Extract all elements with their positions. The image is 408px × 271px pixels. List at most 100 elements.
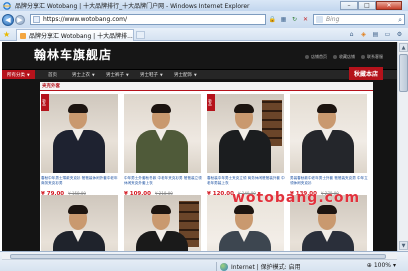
maximize-icon: □ <box>364 1 370 9</box>
product-card[interactable] <box>124 195 203 251</box>
chevron-down-icon: ▼ <box>92 72 95 77</box>
feeds-icon[interactable]: ◈ <box>359 30 368 39</box>
product-card[interactable]: 男装春秋款中老年男士外套 爸爸装夹克男 中年立领休闲夹克衫 ¥ 139.00 ¥… <box>290 94 369 197</box>
status-divider <box>216 262 217 271</box>
category-header: 夹克外套 <box>40 82 373 91</box>
tab-label: 品牌分享汇 Wotobang | 十大品牌排... <box>29 33 133 40</box>
product-card[interactable] <box>41 195 120 251</box>
nav-item-pants[interactable]: 男士裤子 ▼ <box>106 70 129 79</box>
globe-icon <box>220 262 228 271</box>
search-icon[interactable]: ⌕ <box>398 16 402 25</box>
maximize-button[interactable]: □ <box>358 1 376 10</box>
nav-item-label: 男士上衣 <box>72 72 90 78</box>
window-titlebar: 品牌分享汇 Wotobang | 十大品牌排行_十大品牌门户网 - Window… <box>0 0 408 11</box>
search-placeholder: Bing <box>326 16 340 23</box>
address-toolbar: ◀ ▶ https://www.wotobang.com/ 🔒 ▦ ↻ ✕ Bi… <box>0 11 408 28</box>
store-link-home[interactable]: 店铺首页 <box>305 54 327 60</box>
webpage: 翰林车旗舰店 店铺首页 收藏店铺 联系客服 所有分类 ▼ 首页 男士上衣 ▼ 男士… <box>2 42 397 251</box>
horizontal-scrollbar[interactable] <box>2 253 397 260</box>
scroll-thumb[interactable] <box>399 54 408 92</box>
search-input[interactable]: Bing ⌕ <box>313 14 405 25</box>
url-field[interactable]: https://www.wotobang.com/ <box>30 14 266 25</box>
zoom-control[interactable]: ⊕ 100% ▾ <box>367 262 396 269</box>
nav-item-label: 男士配饰 <box>174 72 192 78</box>
product-card[interactable]: 中年男士外套秋冬款 中老年夹克衫男 爸爸装立领休闲夹克外套上衣 ¥ 109.00… <box>124 94 203 197</box>
tab-active[interactable]: 品牌分享汇 Wotobang | 十大品牌排... <box>16 29 134 41</box>
back-button[interactable]: ◀ <box>2 13 14 26</box>
chevron-down-icon: ▼ <box>27 72 30 77</box>
nav-item-label: 首页 <box>48 72 57 78</box>
product-image[interactable] <box>124 195 201 251</box>
home-icon[interactable]: ⌂ <box>347 30 356 39</box>
nav-item-label: 男士裤子 <box>106 72 124 78</box>
store-links: 店铺首页 收藏店铺 联系客服 <box>305 54 383 60</box>
print-icon[interactable]: ▤ <box>371 30 380 39</box>
close-button[interactable]: ✕ <box>376 1 402 10</box>
close-icon: ✕ <box>386 1 392 9</box>
chevron-down-icon: ▾ <box>392 262 396 269</box>
minimize-icon: – <box>347 1 351 9</box>
tab-bar: ★ 品牌分享汇 Wotobang | 十大品牌排... ⌂ ◈ ▤ ▭ ⚙ <box>0 28 408 41</box>
store-header: 翰林车旗舰店 店铺首页 收藏店铺 联系客服 <box>2 42 397 69</box>
new-badge: 新品 <box>41 94 49 111</box>
product-card[interactable]: 新品 春秋中年男士薄款夹克衫 爸爸装休闲外套中老年 商务夹克衫男 ¥ 79.00… <box>41 94 120 197</box>
security-zone[interactable]: Internet | 保护模式: 启用 <box>216 262 301 271</box>
status-bar: Internet | 保护模式: 启用 ⊕ 100% ▾ <box>0 251 408 271</box>
ie-logo-icon <box>3 1 11 10</box>
page-menu-icon[interactable]: ▭ <box>383 30 392 39</box>
store-title: 翰林车旗舰店 <box>34 48 113 62</box>
page-icon <box>33 16 40 23</box>
tools-menu-icon[interactable]: ⚙ <box>395 30 404 39</box>
favorites-star-icon[interactable]: ★ <box>3 30 10 39</box>
category-title: 夹克外套 <box>42 84 60 89</box>
product-title-link[interactable]: 春秋装中年男士夹克立领 商务休闲爸爸装外套 中老年男装上衣 <box>207 176 286 190</box>
tab-favicon-icon <box>20 32 26 39</box>
url-actions: 🔒 ▦ ↻ ✕ <box>268 15 310 24</box>
chevron-down-icon: ▼ <box>401 242 406 249</box>
window-controls: – □ ✕ <box>340 1 402 10</box>
command-bar: ⌂ ◈ ▤ ▭ ⚙ <box>347 30 404 39</box>
store-nav: 所有分类 ▼ 首页 男士上衣 ▼ 男士裤子 ▼ 男士鞋子 ▼ 男士配饰 ▼ 秋藏本店 <box>2 67 397 80</box>
product-image[interactable] <box>124 94 201 173</box>
product-title-link[interactable]: 春秋中年男士薄款夹克衫 爸爸装休闲外套中老年 商务夹克衫男 <box>41 176 120 190</box>
scroll-up-button[interactable]: ▲ <box>399 43 408 52</box>
zoom-icon: ⊕ <box>366 262 372 269</box>
stop-icon[interactable]: ✕ <box>301 15 310 24</box>
product-image[interactable] <box>290 94 367 173</box>
zone-text: Internet | 保护模式: 启用 <box>231 264 301 271</box>
favorite-store-banner[interactable]: 秋藏本店 <box>348 67 383 80</box>
store-link-fav[interactable]: 收藏店铺 <box>333 54 355 60</box>
lock-icon[interactable]: 🔒 <box>268 15 277 24</box>
new-tab-button[interactable] <box>136 31 145 39</box>
horizontal-scroll-thumb[interactable] <box>10 254 386 259</box>
bing-icon <box>316 16 323 23</box>
product-image[interactable]: 新品 <box>207 94 284 173</box>
window-title: 品牌分享汇 Wotobang | 十大品牌排行_十大品牌门户网 - Window… <box>15 3 250 10</box>
forward-button[interactable]: ▶ <box>15 14 25 25</box>
vertical-scrollbar[interactable]: ▲ ▼ <box>397 42 408 251</box>
scroll-down-button[interactable]: ▼ <box>399 241 408 250</box>
nav-item-accessories[interactable]: 男士配饰 ▼ <box>174 70 197 79</box>
compat-view-icon[interactable]: ▦ <box>279 15 288 24</box>
product-title-link[interactable]: 男装春秋款中老年男士外套 爸爸装夹克男 中年立领休闲夹克衫 <box>290 176 369 190</box>
nav-all-categories-label: 所有分类 <box>7 72 25 78</box>
back-arrow-icon: ◀ <box>5 15 11 24</box>
nav-item-label: 男士鞋子 <box>140 72 158 78</box>
chevron-down-icon: ▼ <box>126 72 129 77</box>
minimize-button[interactable]: – <box>340 1 358 10</box>
chevron-down-icon: ▼ <box>160 72 163 77</box>
nav-all-categories[interactable]: 所有分类 ▼ <box>2 70 35 79</box>
chevron-up-icon: ▲ <box>401 44 406 51</box>
product-image[interactable]: 新品 <box>41 94 118 173</box>
nav-item-shoes[interactable]: 男士鞋子 ▼ <box>140 70 163 79</box>
zoom-level: 100% <box>373 262 391 269</box>
product-image[interactable] <box>41 195 118 251</box>
store-link-service[interactable]: 联系客服 <box>361 54 383 60</box>
nav-item-tops[interactable]: 男士上衣 ▼ <box>72 70 95 79</box>
refresh-icon[interactable]: ↻ <box>290 15 299 24</box>
nav-item-home[interactable]: 首页 <box>48 70 57 79</box>
new-badge: 新品 <box>207 94 215 111</box>
product-card[interactable]: 新品 春秋装中年男士夹克立领 商务休闲爸爸装外套 中老年男装上衣 ¥ 120.0… <box>207 94 286 197</box>
product-title-link[interactable]: 中年男士外套秋冬款 中老年夹克衫男 爸爸装立领休闲夹克外套上衣 <box>124 176 203 190</box>
product-listing: 夹克外套 新品 春秋中年男士薄款夹克衫 爸爸装休闲外套中老年 商务夹克衫男 ¥ … <box>40 82 373 251</box>
